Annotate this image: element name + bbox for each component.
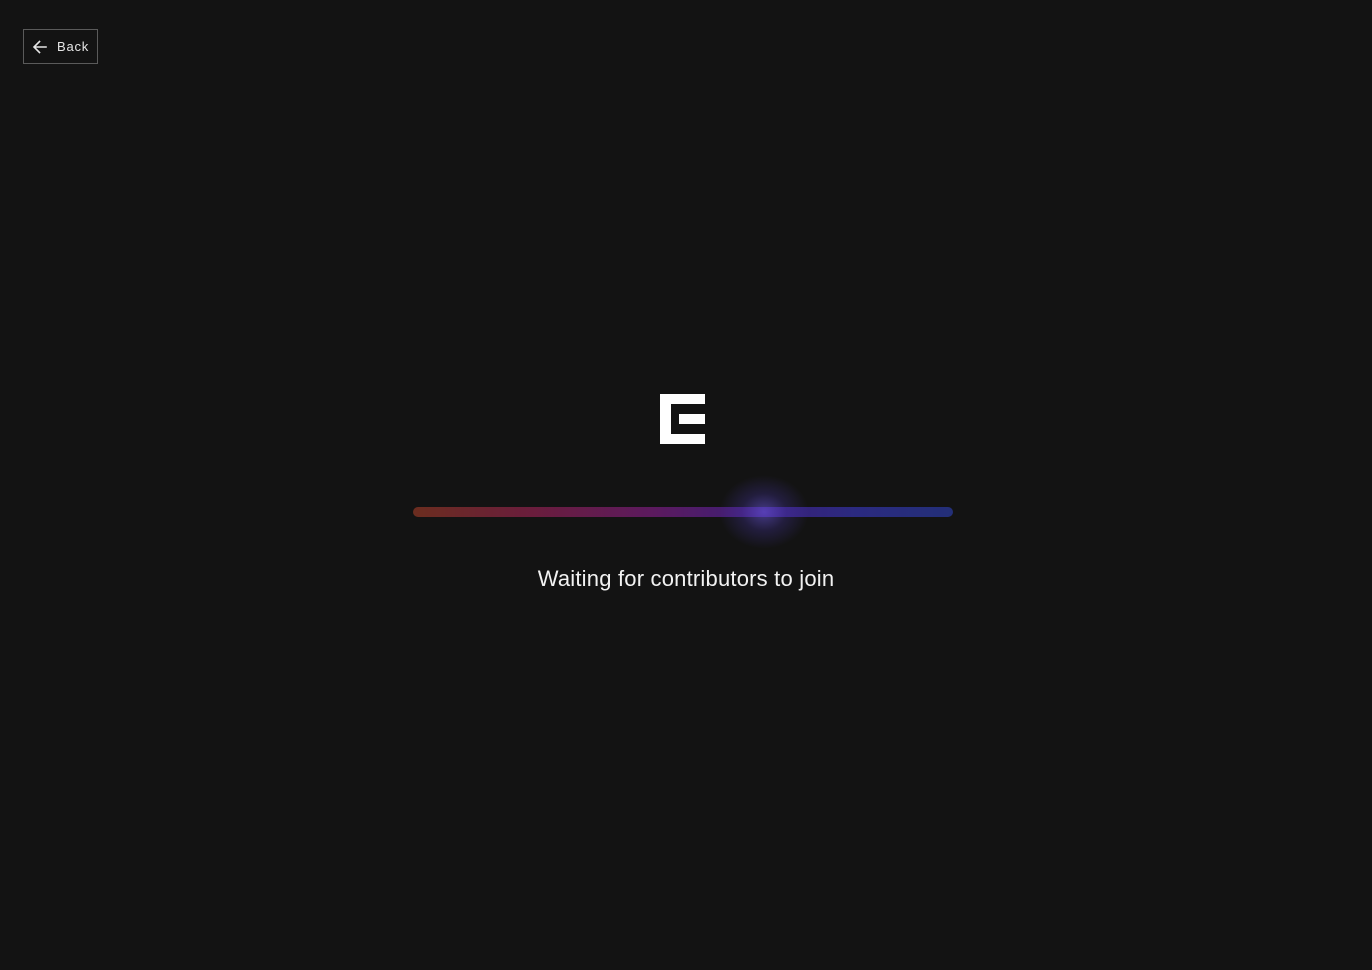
loading-progress-bar — [413, 475, 953, 549]
status-message: Waiting for contributors to join — [537, 566, 835, 591]
back-button[interactable]: Back — [23, 29, 98, 64]
progress-indicator-glow — [719, 475, 809, 549]
brand-logo-icon — [660, 394, 705, 444]
waiting-screen: Back Waiting for contributors to join — [0, 0, 1372, 970]
back-button-label: Back — [57, 39, 90, 54]
arrow-left-icon — [32, 39, 48, 55]
